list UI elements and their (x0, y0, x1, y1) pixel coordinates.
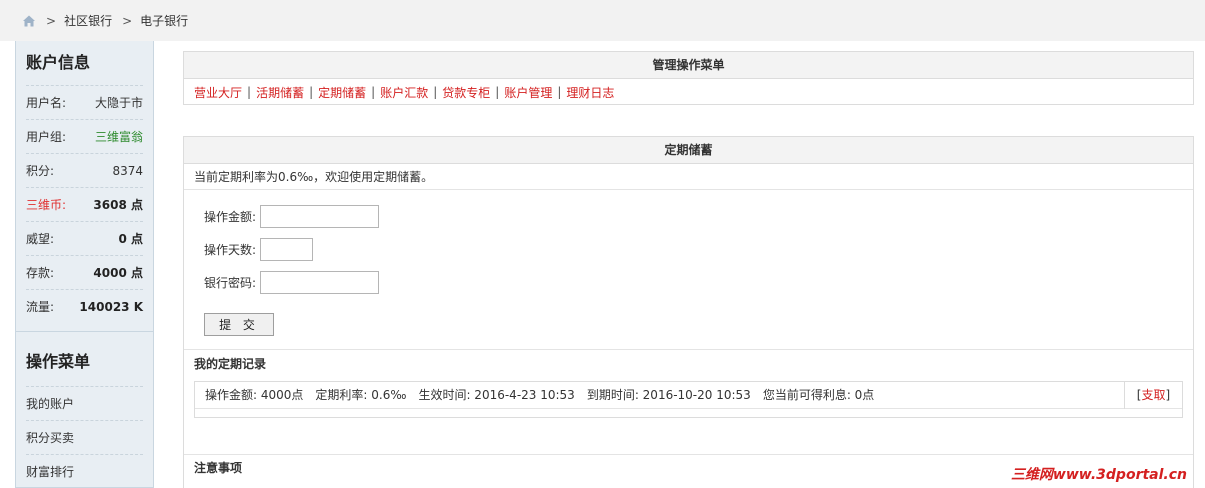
account-info-title: 账户信息 (26, 53, 91, 72)
notice-divider (184, 454, 1193, 455)
link-account-management[interactable]: 账户管理 (504, 84, 552, 101)
deposit-form: 操作金额: 操作天数: 银行密码: 提 交 (184, 190, 1193, 350)
withdraw-link[interactable]: 支取 (1141, 388, 1165, 402)
account-row-group: 用户组: 三维富翁 (26, 119, 143, 153)
records-title: 我的定期记录 (194, 357, 267, 371)
sidebar-item-my-account[interactable]: 我的账户 (26, 386, 143, 420)
fixed-deposit-title: 定期储蓄 (184, 137, 1193, 164)
record-amount: 操作金额: 4000点 (205, 388, 304, 402)
account-value: 8374 (112, 163, 143, 178)
account-value: 3608 点 (93, 198, 143, 212)
link-business-hall[interactable]: 营业大厅 (194, 84, 242, 101)
rate-info: 当前定期利率为0.6‰，欢迎使用定期储蓄。 (184, 164, 1193, 190)
sidebar: 账户信息 用户名: 大隐于市 用户组: 三维富翁 积分: 8374 三维币: 3… (15, 41, 154, 488)
fixed-deposit-panel: 定期储蓄 当前定期利率为0.6‰，欢迎使用定期储蓄。 操作金额: 操作天数: 银… (183, 136, 1194, 488)
breadcrumb-community-bank[interactable]: 社区银行 (64, 12, 112, 29)
ops-menu-panel: 管理操作菜单 营业大厅 | 活期储蓄 | 定期储蓄 | 账户汇款 | 贷款专柜 … (183, 51, 1194, 105)
account-key: 积分: (26, 164, 55, 178)
days-label: 操作天数: (204, 242, 257, 257)
link-separator: | (371, 85, 376, 99)
record-end: 到期时间: 2016-10-20 10:53 (586, 388, 751, 402)
days-row: 操作天数: (204, 237, 1193, 261)
link-separator: | (309, 85, 314, 99)
breadcrumb-e-bank[interactable]: 电子银行 (140, 12, 188, 29)
breadcrumb: > 社区银行 > 电子银行 (0, 0, 1205, 41)
link-finance-log[interactable]: 理财日志 (566, 84, 614, 101)
link-separator: | (247, 85, 252, 99)
record-interest: 您当前可得利息: 0点 (762, 388, 875, 402)
account-row-deposit: 存款: 4000 点 (26, 255, 143, 289)
password-row: 银行密码: (204, 270, 1193, 294)
link-separator: | (495, 85, 500, 99)
account-row-prestige: 威望: 0 点 (26, 221, 143, 255)
account-value: 140023 K (79, 299, 143, 314)
record-action-cell: [支取] (1124, 382, 1182, 409)
ops-menu-title: 操作菜单 (26, 352, 91, 371)
account-key: 用户组: (26, 130, 67, 144)
link-separator: | (433, 85, 438, 99)
submit-button[interactable]: 提 交 (204, 313, 274, 336)
account-row-coins: 三维币: 3608 点 (26, 187, 143, 221)
account-key: 流量: (26, 300, 55, 314)
account-key: 存款: (26, 266, 55, 280)
account-value: 三维富翁 (94, 130, 143, 144)
password-input[interactable] (260, 270, 379, 294)
amount-label: 操作金额: (204, 209, 257, 224)
bracket-close: ] (1165, 388, 1171, 402)
account-key: 三维币: (26, 198, 67, 212)
record-table: 操作金额: 4000点 定期利率: 0.6‰ 生效时间: 2016-4-23 1… (194, 381, 1183, 418)
account-value: 0 点 (118, 232, 143, 246)
days-input[interactable] (260, 237, 313, 261)
link-loan-counter[interactable]: 贷款专柜 (442, 84, 490, 101)
record-rate: 定期利率: 0.6‰ (315, 388, 407, 402)
password-label: 银行密码: (204, 275, 257, 290)
account-value: 大隐于市 (94, 96, 143, 110)
watermark: 三维网www.3dportal.cn (1010, 467, 1187, 483)
account-key: 用户名: (26, 96, 67, 110)
breadcrumb-separator: > (122, 13, 133, 28)
account-row-username: 用户名: 大隐于市 (26, 85, 143, 119)
table-row: 操作金额: 4000点 定期利率: 0.6‰ 生效时间: 2016-4-23 1… (195, 382, 1182, 409)
ops-menu-panel-title: 管理操作菜单 (184, 52, 1193, 79)
notice-title: 注意事项 (194, 461, 243, 475)
ops-menu-links: 营业大厅 | 活期储蓄 | 定期储蓄 | 账户汇款 | 贷款专柜 | 账户管理 … (184, 79, 1193, 105)
amount-input[interactable] (260, 204, 379, 228)
sidebar-item-wealth-rank[interactable]: 财富排行 (26, 454, 143, 488)
link-remittance[interactable]: 账户汇款 (380, 84, 428, 101)
link-fixed-deposit[interactable]: 定期储蓄 (318, 84, 366, 101)
breadcrumb-separator: > (46, 13, 57, 28)
link-demand-deposit[interactable]: 活期储蓄 (256, 84, 304, 101)
account-key: 威望: (26, 232, 55, 246)
account-row-traffic: 流量: 140023 K (26, 289, 143, 323)
amount-row: 操作金额: (204, 204, 1193, 228)
sidebar-item-points-trade[interactable]: 积分买卖 (26, 420, 143, 454)
account-value: 4000 点 (93, 266, 143, 280)
record-start: 生效时间: 2016-4-23 10:53 (418, 388, 575, 402)
account-row-points: 积分: 8374 (26, 153, 143, 187)
link-separator: | (557, 85, 562, 99)
home-icon[interactable] (22, 14, 36, 28)
